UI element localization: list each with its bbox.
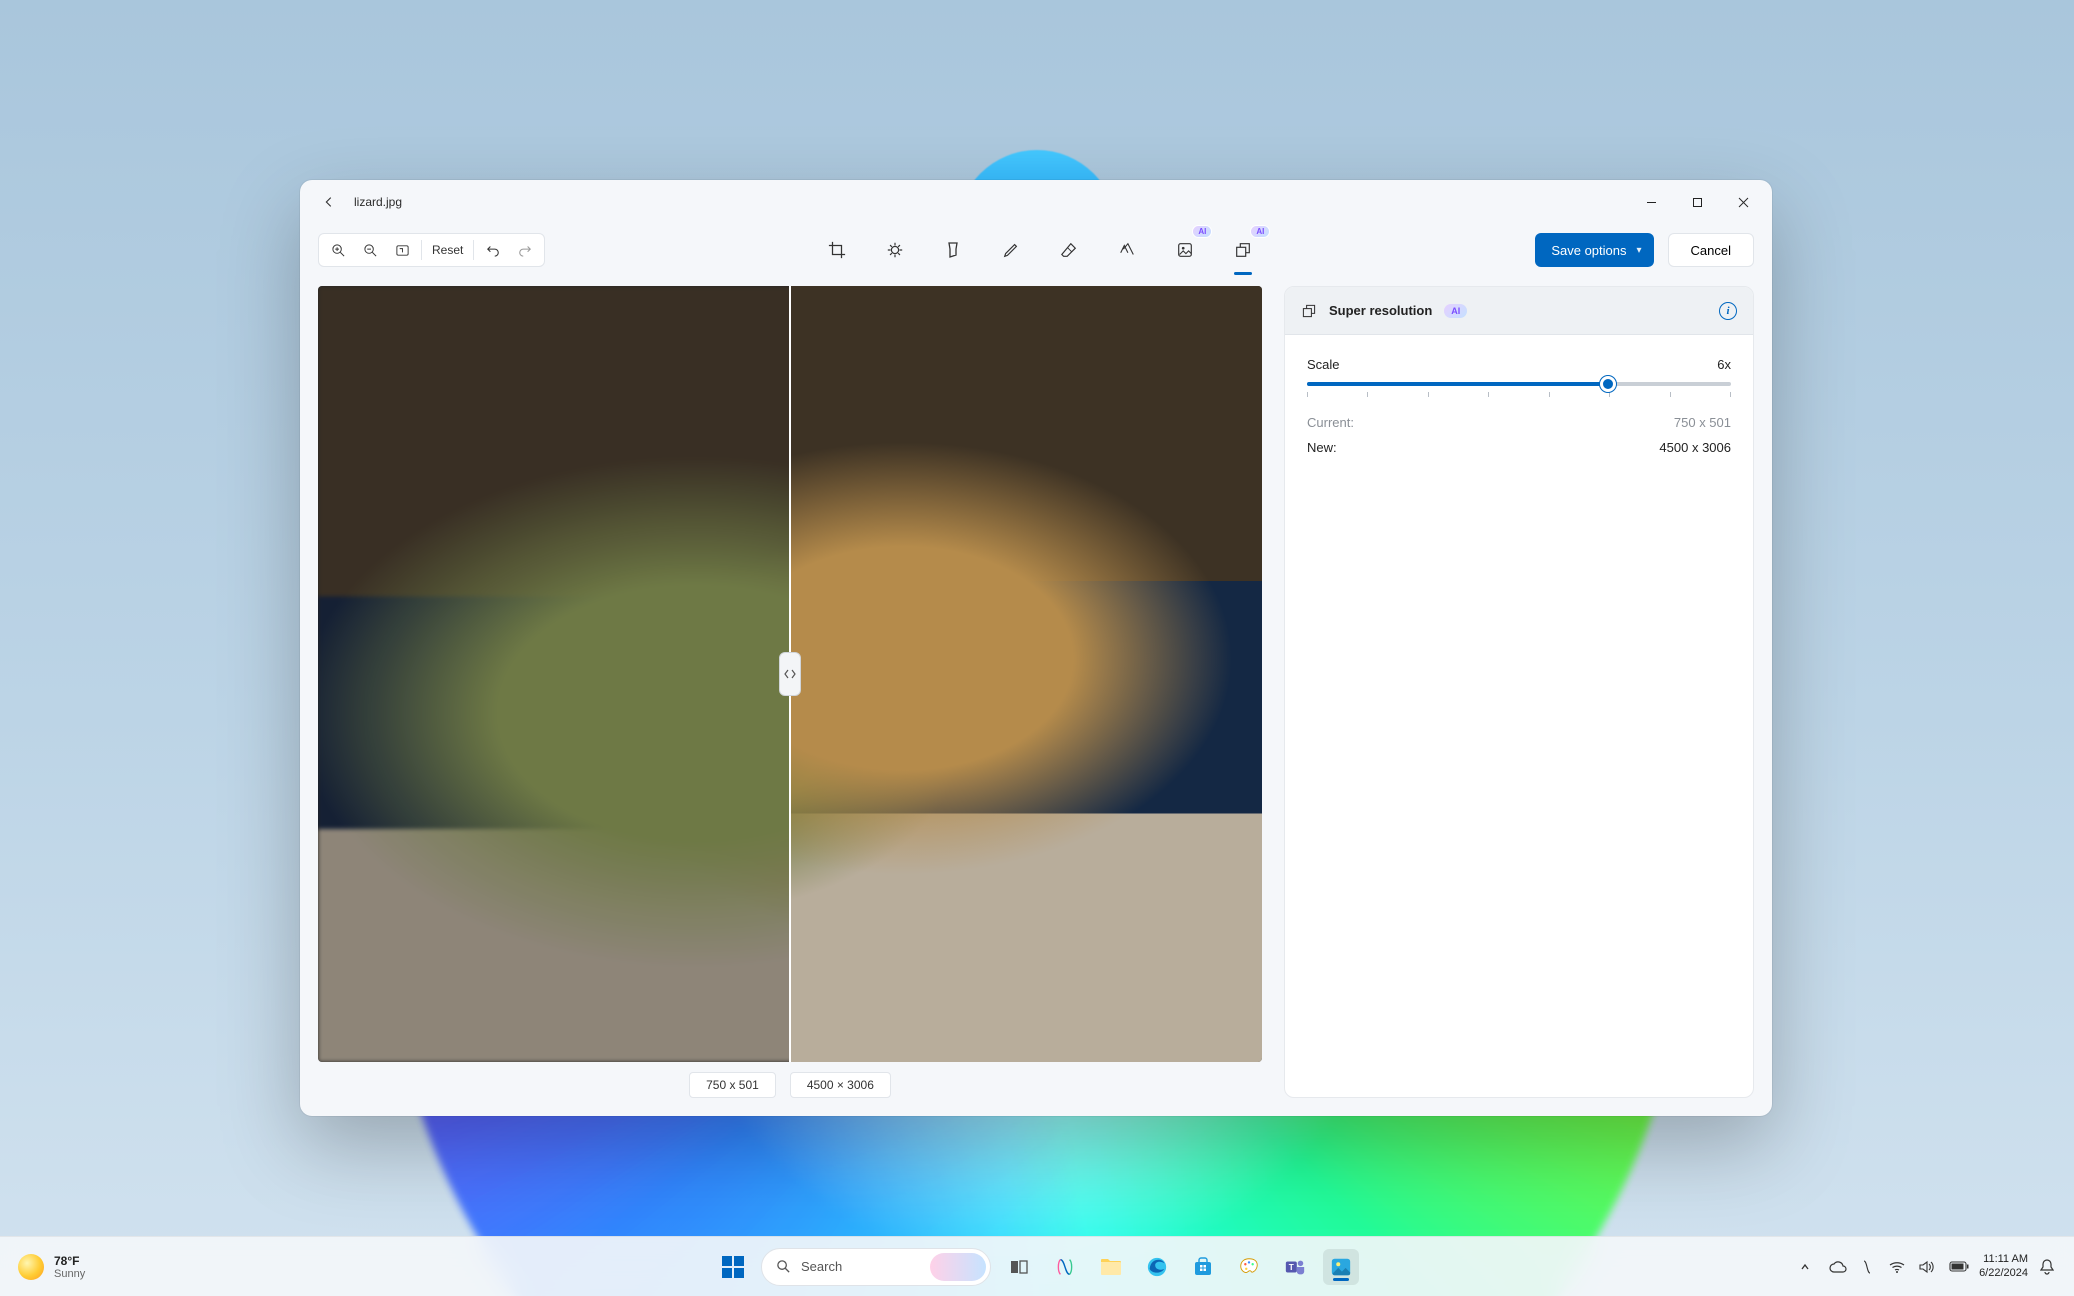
taskbar-search[interactable]: Search bbox=[761, 1248, 991, 1286]
new-dimensions: 4500 × 3006 bbox=[790, 1072, 891, 1098]
compare-viewer[interactable] bbox=[318, 286, 1262, 1062]
svg-text:T: T bbox=[1289, 1262, 1294, 1271]
slider-thumb[interactable] bbox=[1600, 376, 1616, 392]
task-view-button[interactable] bbox=[1001, 1249, 1037, 1285]
current-value: 750 x 501 bbox=[1674, 415, 1731, 430]
adjust-tool[interactable] bbox=[878, 233, 912, 267]
markup-tool[interactable] bbox=[994, 233, 1028, 267]
ai-badge-icon: AI bbox=[1193, 226, 1211, 237]
taskbar-center: Search T bbox=[715, 1248, 1359, 1286]
volume-icon[interactable] bbox=[1919, 1260, 1937, 1274]
super-resolution-panel: Super resolution AI i Scale 6x bbox=[1284, 286, 1754, 1098]
cancel-button[interactable]: Cancel bbox=[1668, 233, 1754, 267]
original-dimensions: 750 x 501 bbox=[689, 1072, 776, 1098]
windows-logo-icon bbox=[722, 1256, 744, 1278]
notifications-button[interactable] bbox=[2040, 1259, 2058, 1275]
ai-badge-icon: AI bbox=[1251, 226, 1269, 237]
paint-button[interactable] bbox=[1231, 1249, 1267, 1285]
battery-icon[interactable] bbox=[1949, 1261, 1967, 1272]
crop-tool[interactable] bbox=[820, 233, 854, 267]
compare-slider-handle[interactable] bbox=[779, 652, 801, 696]
zoom-cluster: Reset bbox=[318, 233, 545, 267]
weather-cond: Sunny bbox=[54, 1268, 85, 1280]
wifi-icon[interactable] bbox=[1889, 1261, 1907, 1273]
titlebar: lizard.jpg bbox=[300, 180, 1772, 224]
chevron-down-icon: ▾ bbox=[1637, 245, 1642, 256]
info-button[interactable]: i bbox=[1719, 302, 1737, 320]
undo-button[interactable] bbox=[478, 235, 508, 265]
weather-widget[interactable]: 78°F Sunny bbox=[0, 1254, 85, 1280]
canvas-column: 750 x 501 4500 × 3006 bbox=[318, 286, 1262, 1098]
panel-title: Super resolution bbox=[1329, 303, 1432, 318]
copilot-button[interactable] bbox=[1047, 1249, 1083, 1285]
edit-tools: AI AI bbox=[820, 233, 1260, 267]
ai-badge: AI bbox=[1444, 304, 1467, 318]
save-label: Save options bbox=[1551, 243, 1626, 258]
edge-button[interactable] bbox=[1139, 1249, 1175, 1285]
close-button[interactable] bbox=[1720, 180, 1766, 224]
photos-window: lizard.jpg Reset bbox=[300, 180, 1772, 1116]
scale-label: Scale bbox=[1307, 357, 1340, 372]
erase-tool[interactable] bbox=[1052, 233, 1086, 267]
weather-temp: 78°F bbox=[54, 1254, 85, 1268]
super-resolution-tool[interactable]: AI bbox=[1226, 233, 1260, 267]
current-label: Current: bbox=[1307, 415, 1354, 430]
clock[interactable]: 11:11 AM 6/22/2024 bbox=[1979, 1253, 2028, 1279]
store-button[interactable] bbox=[1185, 1249, 1221, 1285]
clock-date: 6/22/2024 bbox=[1979, 1267, 2028, 1280]
zoom-out-button[interactable] bbox=[355, 235, 385, 265]
system-tray: 11:11 AM 6/22/2024 bbox=[1799, 1253, 2074, 1279]
search-placeholder: Search bbox=[801, 1259, 842, 1274]
new-label: New: bbox=[1307, 440, 1337, 455]
taskbar: 78°F Sunny Search bbox=[0, 1236, 2074, 1296]
edit-toolbar: Reset bbox=[300, 224, 1772, 276]
tray-overflow-button[interactable] bbox=[1799, 1261, 1817, 1273]
new-value: 4500 x 3006 bbox=[1659, 440, 1731, 455]
scale-value: 6x bbox=[1717, 357, 1731, 372]
minimize-button[interactable] bbox=[1628, 180, 1674, 224]
onedrive-icon[interactable] bbox=[1829, 1261, 1847, 1273]
workspace: 750 x 501 4500 × 3006 Super resolution A… bbox=[300, 276, 1772, 1116]
search-highlight bbox=[930, 1253, 986, 1281]
save-options-button[interactable]: Save options ▾ bbox=[1535, 233, 1653, 267]
copilot-tray-icon[interactable] bbox=[1859, 1259, 1877, 1275]
teams-button[interactable]: T bbox=[1277, 1249, 1313, 1285]
filter-tool[interactable] bbox=[936, 233, 970, 267]
explorer-button[interactable] bbox=[1093, 1249, 1129, 1285]
back-button[interactable] bbox=[314, 187, 344, 217]
scale-slider[interactable] bbox=[1307, 382, 1731, 386]
search-icon bbox=[776, 1259, 791, 1274]
photos-button[interactable] bbox=[1323, 1249, 1359, 1285]
desktop: lizard.jpg Reset bbox=[0, 0, 2074, 1296]
window-title: lizard.jpg bbox=[354, 195, 402, 209]
dimension-labels: 750 x 501 4500 × 3006 bbox=[318, 1072, 1262, 1098]
panel-header: Super resolution AI i bbox=[1285, 287, 1753, 335]
sun-icon bbox=[18, 1254, 44, 1280]
redo-button[interactable] bbox=[510, 235, 540, 265]
resize-icon bbox=[1301, 303, 1317, 319]
maximize-button[interactable] bbox=[1674, 180, 1720, 224]
start-button[interactable] bbox=[715, 1249, 751, 1285]
fit-to-window-button[interactable] bbox=[387, 235, 417, 265]
reset-button[interactable]: Reset bbox=[426, 235, 469, 265]
background-tool[interactable] bbox=[1110, 233, 1144, 267]
generative-fill-tool[interactable]: AI bbox=[1168, 233, 1202, 267]
zoom-in-button[interactable] bbox=[323, 235, 353, 265]
clock-time: 11:11 AM bbox=[1979, 1253, 2028, 1266]
